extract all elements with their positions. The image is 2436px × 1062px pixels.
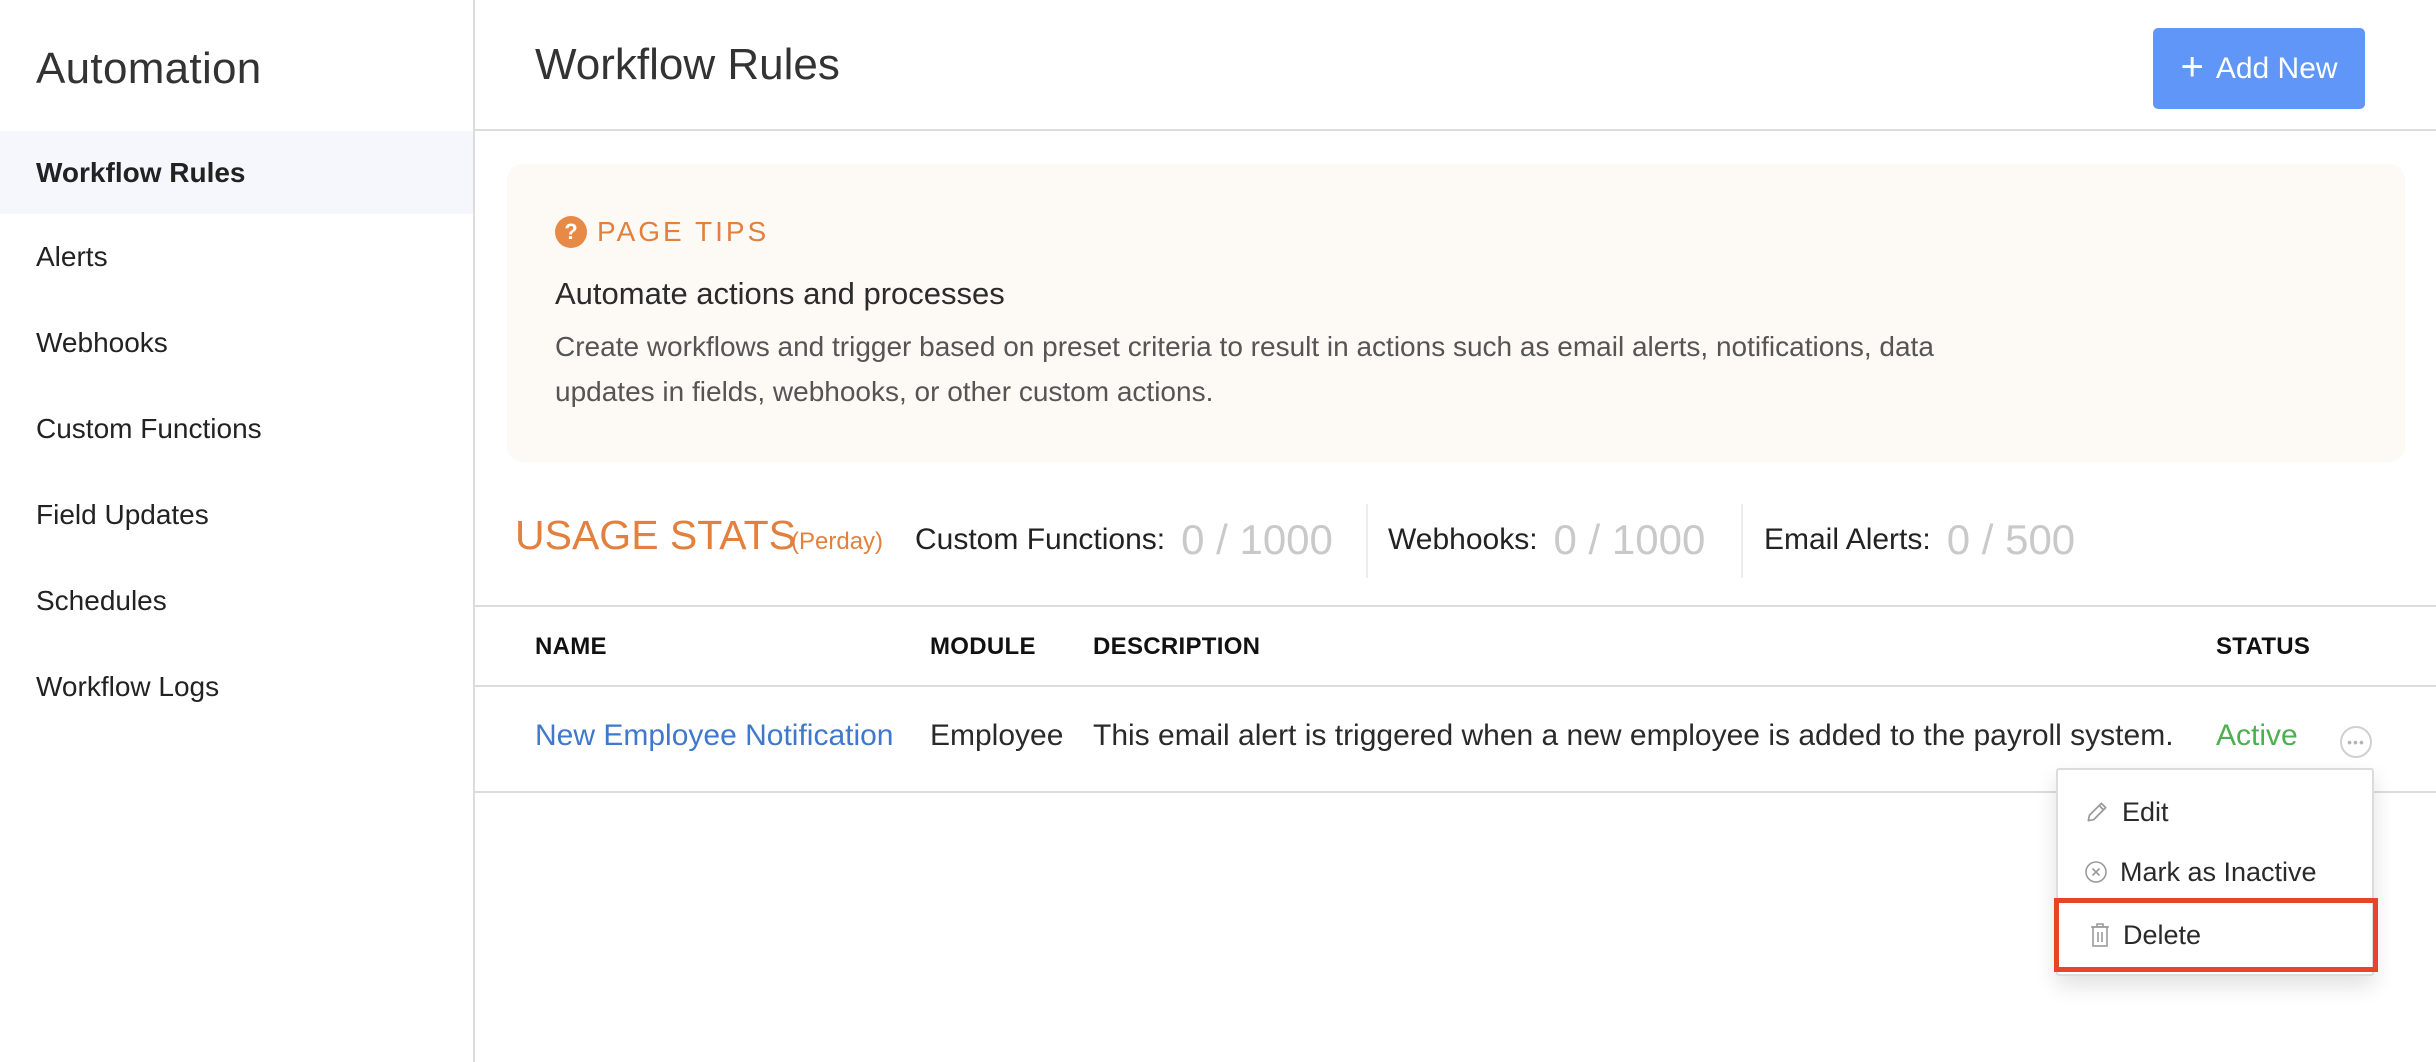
sidebar-item-label: Schedules <box>36 585 167 616</box>
plus-icon: + <box>2180 44 2204 89</box>
page-title: Workflow Rules <box>535 40 840 89</box>
page-header: Workflow Rules + Add New <box>475 0 2436 131</box>
page-tips-description: Create workflows and trigger based on pr… <box>555 331 1934 407</box>
menu-item-label: Edit <box>2122 796 2169 827</box>
stat-custom-functions: Custom Functions: 0 / 1000 <box>915 502 1333 578</box>
menu-item-label: Mark as Inactive <box>2120 856 2317 887</box>
stat-label: Webhooks: <box>1388 523 1538 556</box>
stat-value: 0 / 1000 <box>1553 516 1706 563</box>
sidebar-item-label: Alerts <box>36 241 108 272</box>
column-header-module[interactable]: MODULE <box>930 633 1036 661</box>
stat-webhooks: Webhooks: 0 / 1000 <box>1388 502 1705 578</box>
sidebar-item-custom-functions[interactable]: Custom Functions <box>0 386 473 472</box>
sidebar-item-webhooks[interactable]: Webhooks <box>0 300 473 386</box>
stat-value: 0 / 500 <box>1946 516 2076 563</box>
usage-stats-bar: USAGE STATS (Perday) Custom Functions: 0… <box>475 492 2436 607</box>
trash-icon <box>2091 923 2109 947</box>
stat-value: 0 / 1000 <box>1181 516 1333 563</box>
rule-description: This email alert is triggered when a new… <box>1093 719 2174 752</box>
page-tips-header: ? PAGE TIPS <box>555 216 769 248</box>
stat-divider <box>1366 504 1368 578</box>
menu-item-label: Delete <box>2123 919 2202 950</box>
more-options-button[interactable]: ••• <box>2340 726 2372 758</box>
sidebar-item-label: Workflow Logs <box>36 671 220 702</box>
page-tips-panel: ? PAGE TIPS Automate actions and process… <box>507 164 2405 462</box>
usage-stats-title: USAGE STATS <box>515 512 796 558</box>
main-content: Workflow Rules + Add New ? PAGE TIPS Aut… <box>475 0 2436 1062</box>
column-header-status[interactable]: STATUS <box>2216 633 2310 661</box>
page-tips-label: PAGE TIPS <box>597 216 770 247</box>
sidebar: Automation Workflow Rules Alerts Webhook… <box>0 0 475 1062</box>
usage-stats-period: (Perday) <box>791 528 884 555</box>
sidebar-item-alerts[interactable]: Alerts <box>0 214 473 300</box>
rule-name-link[interactable]: New Employee Notification <box>535 719 894 753</box>
sidebar-item-schedules[interactable]: Schedules <box>0 558 473 644</box>
column-header-name[interactable]: NAME <box>535 633 607 661</box>
rule-module: Employee <box>930 719 1064 752</box>
stat-label: Email Alerts: <box>1764 523 1931 556</box>
add-new-label: Add New <box>2215 51 2338 85</box>
add-new-button[interactable]: + Add New <box>2153 28 2365 109</box>
sidebar-item-label: Workflow Rules <box>36 156 246 188</box>
sidebar-item-workflow-rules[interactable]: Workflow Rules <box>0 131 473 214</box>
sidebar-item-label: Field Updates <box>36 499 209 530</box>
page-tips-title: Automate actions and processes <box>555 276 1005 311</box>
sidebar-item-workflow-logs[interactable]: Workflow Logs <box>0 644 473 730</box>
menu-item-edit[interactable]: Edit <box>2058 782 2374 842</box>
sidebar-nav: Workflow Rules Alerts Webhooks Custom Fu… <box>0 131 473 730</box>
row-actions-menu: Edit Mark as Inactive Delete <box>2054 768 2378 976</box>
status-badge: Active <box>2216 719 2298 752</box>
app-root: Automation Workflow Rules Alerts Webhook… <box>0 0 2436 1062</box>
stat-divider <box>1741 504 1743 578</box>
column-header-description[interactable]: DESCRIPTION <box>1093 633 1260 661</box>
menu-item-mark-inactive[interactable]: Mark as Inactive <box>2058 842 2374 902</box>
stat-label: Custom Functions: <box>915 523 1166 556</box>
ellipsis-icon: ••• <box>2347 734 2365 750</box>
menu-item-delete[interactable]: Delete <box>2054 898 2378 972</box>
sidebar-title: Automation <box>36 44 262 93</box>
x-circle-icon <box>2085 861 2107 883</box>
pencil-icon <box>2087 802 2107 822</box>
sidebar-item-field-updates[interactable]: Field Updates <box>0 472 473 558</box>
sidebar-item-label: Custom Functions <box>36 413 262 444</box>
stat-email-alerts: Email Alerts: 0 / 500 <box>1764 502 2075 578</box>
sidebar-item-label: Webhooks <box>36 327 168 358</box>
workflow-rules-table: NAME MODULE DESCRIPTION STATUS New Emplo… <box>475 607 2436 793</box>
table-header: NAME MODULE DESCRIPTION STATUS <box>475 607 2436 687</box>
question-circle-icon: ? <box>555 216 587 248</box>
